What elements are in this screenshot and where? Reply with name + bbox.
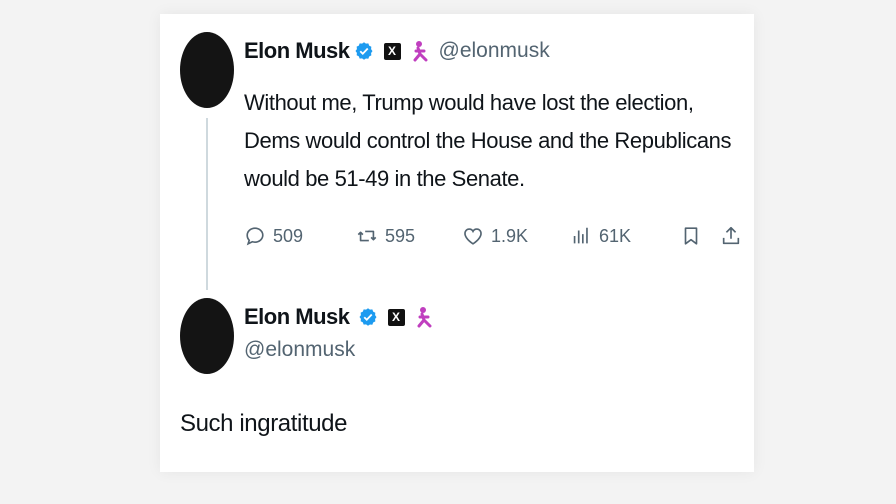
verified-badge-icon bbox=[359, 308, 377, 326]
bookmark-icon bbox=[684, 227, 698, 245]
x-logo-icon: X bbox=[387, 308, 405, 326]
like-button[interactable]: 1.9K bbox=[462, 218, 528, 254]
repost-button[interactable]: 595 bbox=[356, 218, 415, 254]
tweet-header: Elon Musk X @elonmusk bbox=[244, 36, 550, 66]
repost-count: 595 bbox=[385, 225, 416, 246]
avatar[interactable] bbox=[180, 298, 234, 374]
verified-badge-icon bbox=[355, 42, 373, 60]
tweet-actions: 509 595 1.9K 61K bbox=[244, 218, 744, 254]
display-name[interactable]: Elon Musk bbox=[244, 304, 350, 330]
tweet-text: Such ingratitude bbox=[180, 410, 348, 437]
avatar[interactable] bbox=[180, 32, 234, 108]
bookmark-button[interactable] bbox=[680, 218, 702, 254]
views-button[interactable]: 61K bbox=[570, 218, 631, 254]
views-icon bbox=[573, 227, 588, 244]
repost-icon bbox=[357, 230, 377, 242]
user-handle[interactable]: @elonmusk bbox=[244, 338, 355, 362]
person-emoji-icon bbox=[417, 307, 432, 328]
share-icon bbox=[722, 226, 740, 245]
view-count: 61K bbox=[599, 225, 632, 246]
reply-icon bbox=[246, 227, 264, 246]
person-emoji-icon bbox=[413, 41, 428, 62]
heart-icon bbox=[464, 228, 482, 245]
user-handle[interactable]: @elonmusk bbox=[439, 39, 550, 63]
display-name[interactable]: Elon Musk bbox=[244, 38, 350, 64]
reply-button[interactable]: 509 bbox=[244, 218, 303, 254]
like-count: 1.9K bbox=[491, 225, 529, 246]
tweet-header: Elon Musk X bbox=[244, 302, 435, 332]
x-logo-icon: X bbox=[383, 42, 401, 60]
reply-count: 509 bbox=[273, 225, 304, 246]
share-button[interactable] bbox=[720, 218, 742, 254]
tweet-text: Without me, Trump would have lost the el… bbox=[244, 90, 732, 191]
thread-connector-line bbox=[206, 118, 208, 290]
